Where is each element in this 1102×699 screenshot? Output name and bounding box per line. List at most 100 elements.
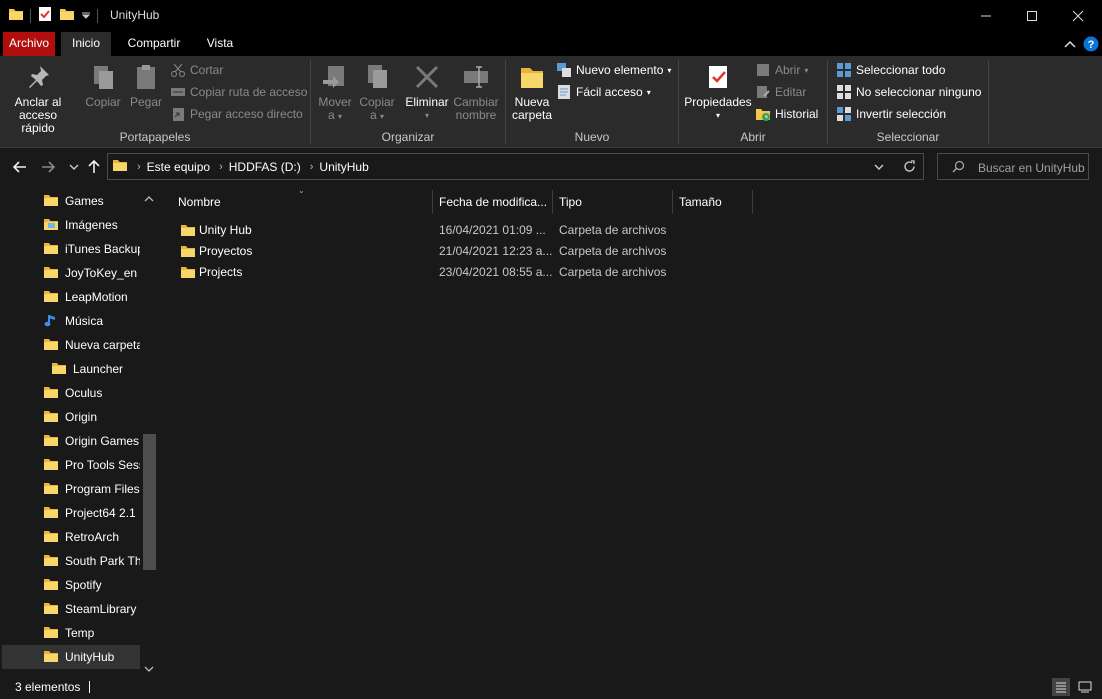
tab-home[interactable]: Inicio bbox=[61, 32, 111, 56]
sidebar-item-label: Música bbox=[65, 314, 104, 328]
column-header-type[interactable]: Tipo bbox=[553, 190, 673, 214]
copy-path-label: Copiar ruta de acceso bbox=[190, 85, 308, 99]
sidebar-item-spotify[interactable]: Spotify bbox=[2, 573, 140, 597]
sidebar-item-oculus[interactable]: Oculus bbox=[2, 381, 140, 405]
file-name: Proyectos bbox=[199, 244, 253, 258]
table-row[interactable]: Unity Hub 16/04/2021 01:09 ... Carpeta de … bbox=[172, 220, 692, 241]
customize-toolbar-chevron-icon[interactable] bbox=[81, 9, 91, 23]
file-date: 23/04/2021 08:55 a... bbox=[439, 265, 553, 279]
chevron-down-icon: ▾ bbox=[804, 65, 809, 75]
paste-shortcut-button[interactable]: Pegar acceso directo bbox=[170, 104, 303, 124]
file-type: Carpeta de archivos bbox=[559, 223, 667, 237]
cut-button[interactable]: Cortar bbox=[170, 60, 223, 80]
column-header-date[interactable]: Fecha de modifica... bbox=[433, 190, 553, 214]
tab-view[interactable]: Vista bbox=[197, 32, 243, 56]
tab-file[interactable]: Archivo bbox=[3, 32, 55, 56]
scroll-down-icon[interactable] bbox=[144, 662, 154, 676]
sidebar-item-program-files[interactable]: Program Files bbox=[2, 477, 140, 501]
sidebar-item-origin[interactable]: Origin bbox=[2, 405, 140, 429]
details-view-button[interactable] bbox=[1052, 678, 1070, 696]
delete-button[interactable]: Eliminar ▾ bbox=[405, 62, 449, 122]
up-button[interactable] bbox=[84, 157, 104, 177]
minimize-button[interactable] bbox=[963, 0, 1009, 32]
select-all-button[interactable]: Seleccionar todo bbox=[836, 60, 945, 80]
collapse-ribbon-icon[interactable] bbox=[1064, 38, 1076, 52]
rename-button[interactable]: Cambiar nombre bbox=[453, 62, 499, 122]
file-type: Carpeta de archivos bbox=[559, 244, 667, 258]
large-icons-view-button[interactable] bbox=[1076, 678, 1094, 696]
breadcrumb-chevron-icon[interactable]: › bbox=[219, 161, 223, 173]
new-item-button[interactable]: Nuevo elemento ▾ bbox=[556, 60, 671, 80]
address-bar[interactable]: › Este equipo › HDDFAS (D:) › UnityHub bbox=[107, 153, 924, 180]
sidebar-item-unityhub[interactable]: UnityHub bbox=[2, 645, 140, 669]
maximize-icon bbox=[1027, 11, 1037, 21]
sidebar-item-origin-games[interactable]: Origin Games bbox=[2, 429, 140, 453]
open-button[interactable]: Abrir ▾ bbox=[755, 60, 808, 80]
back-button[interactable] bbox=[10, 157, 30, 177]
new-folder-icon[interactable] bbox=[59, 6, 75, 25]
scroll-up-icon[interactable] bbox=[144, 192, 154, 206]
column-header-name[interactable]: Nombre bbox=[172, 190, 433, 214]
search-input[interactable]: Buscar en UnityHub bbox=[978, 161, 1085, 175]
recent-locations-button[interactable] bbox=[64, 157, 84, 177]
breadcrumb-item[interactable]: HDDFAS (D:) bbox=[229, 160, 301, 174]
sidebar-item-south-park-the[interactable]: South Park The bbox=[2, 549, 140, 573]
newfolder-label-line2: carpeta bbox=[511, 108, 553, 122]
copy-path-button[interactable]: Copiar ruta de acceso bbox=[170, 82, 307, 102]
sidebar-item-leapmotion[interactable]: LeapMotion bbox=[2, 285, 140, 309]
address-history-chevron-icon[interactable] bbox=[874, 161, 884, 175]
tab-share[interactable]: Compartir bbox=[118, 32, 190, 56]
sidebar-item-m-sica[interactable]: Música bbox=[2, 309, 140, 333]
move-to-button[interactable]: Mover a ▾ bbox=[315, 62, 355, 123]
sidebar-item-games[interactable]: Games bbox=[2, 189, 140, 213]
sidebar-item-nueva-carpeta[interactable]: Nueva carpeta bbox=[2, 333, 140, 357]
close-icon bbox=[1072, 10, 1084, 22]
sidebar-item-steamlibrary[interactable]: SteamLibrary bbox=[2, 597, 140, 621]
table-row[interactable]: Projects 23/04/2021 08:55 a... Carpeta de … bbox=[172, 262, 692, 283]
sidebar-item-joytokey-en[interactable]: JoyToKey_en bbox=[2, 261, 140, 285]
invert-selection-button[interactable]: Invertir selección bbox=[836, 104, 946, 124]
scrollbar-thumb[interactable] bbox=[143, 434, 156, 570]
folder-icon bbox=[43, 624, 59, 643]
refresh-icon[interactable] bbox=[903, 160, 916, 176]
paste-button[interactable]: Pegar bbox=[126, 62, 166, 109]
sidebar-item-itunes-backup[interactable]: iTunes Backup bbox=[2, 237, 140, 261]
pin-quick-access-button[interactable]: Anclar al acceso rápido bbox=[6, 62, 70, 135]
breadcrumb-item[interactable]: UnityHub bbox=[319, 160, 368, 174]
sidebar-item-label: Launcher bbox=[73, 362, 124, 376]
easy-access-button[interactable]: Fácil acceso ▾ bbox=[556, 82, 651, 102]
paste-label: Pegar bbox=[129, 95, 163, 109]
search-box[interactable]: Buscar en UnityHub bbox=[937, 153, 1089, 180]
new-folder-icon bbox=[521, 68, 543, 88]
sidebar-item-launcher[interactable]: Launcher bbox=[2, 357, 140, 381]
copy-label: Copiar bbox=[85, 95, 121, 109]
breadcrumb-item[interactable]: Este equipo bbox=[147, 160, 210, 174]
sidebar-item-retroarch[interactable]: RetroArch bbox=[2, 525, 140, 549]
breadcrumb-chevron-icon[interactable]: › bbox=[310, 161, 314, 173]
sidebar-item-pro-tools-sessi[interactable]: Pro Tools Sessi bbox=[2, 453, 140, 477]
sidebar-item-im-genes[interactable]: Imágenes bbox=[2, 213, 140, 237]
forward-button[interactable] bbox=[38, 157, 58, 177]
history-button[interactable]: Historial bbox=[755, 104, 818, 124]
copy-button[interactable]: Copiar bbox=[82, 62, 124, 109]
large-icons-view-icon bbox=[1078, 681, 1092, 693]
properties-icon[interactable] bbox=[37, 6, 53, 25]
select-none-button[interactable]: No seleccionar ninguno bbox=[836, 82, 981, 102]
edit-button[interactable]: Editar bbox=[755, 82, 806, 102]
column-header-size[interactable]: Tamaño bbox=[673, 190, 753, 214]
delete-label: Eliminar bbox=[405, 95, 449, 109]
sidebar-item-project64-2-1[interactable]: Project64 2.1 bbox=[2, 501, 140, 525]
table-row[interactable]: Proyectos 21/04/2021 12:23 a... Carpeta de… bbox=[172, 241, 692, 262]
edit-icon bbox=[757, 86, 770, 98]
copy-to-button[interactable]: Copiar a ▾ bbox=[357, 62, 397, 123]
help-icon[interactable]: ? bbox=[1083, 36, 1099, 55]
properties-button[interactable]: Propiedades ▾ bbox=[683, 62, 753, 122]
nav-pane-scrollbar[interactable] bbox=[141, 186, 158, 676]
close-button[interactable] bbox=[1055, 0, 1101, 32]
group-label-new: Nuevo bbox=[574, 130, 610, 144]
new-folder-button[interactable]: Nueva carpeta bbox=[510, 62, 554, 122]
sidebar-item-temp[interactable]: Temp bbox=[2, 621, 140, 645]
file-name: Unity Hub bbox=[199, 223, 252, 237]
breadcrumb-chevron-icon[interactable]: › bbox=[137, 161, 141, 173]
maximize-button[interactable] bbox=[1009, 0, 1055, 32]
